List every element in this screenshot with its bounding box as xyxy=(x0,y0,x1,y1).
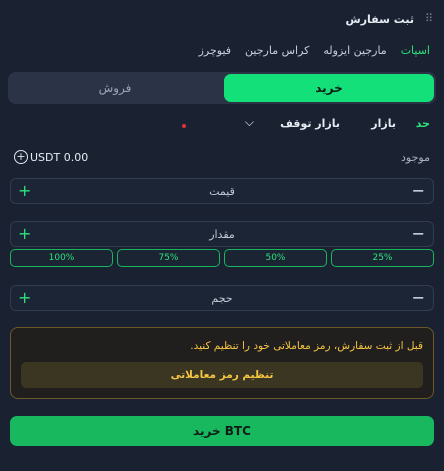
order-type-market[interactable]: بازار xyxy=(371,117,396,130)
plus-circle-icon[interactable]: + xyxy=(14,150,28,164)
balance-label: موجود xyxy=(401,151,430,164)
set-trading-password-button[interactable]: تنظیم رمز معاملاتی xyxy=(21,362,423,388)
minus-icon[interactable]: − xyxy=(412,181,425,201)
percent-100-button[interactable]: 100% xyxy=(10,249,113,267)
percent-buttons: 100% 75% 50% 25% xyxy=(10,249,434,267)
notice-text: قبل از ثبت سفارش، رمز معاملاتی خود را تن… xyxy=(190,340,423,352)
panel-title: ثبت سفارش xyxy=(345,13,414,26)
amount-field[interactable]: + مقدار − xyxy=(10,221,434,247)
tab-futures[interactable]: فیوچرز xyxy=(199,44,231,57)
margin-tabs: اسپات مارجین ایزوله کراس مارجین فیوچرز xyxy=(199,44,430,57)
total-label: حجم xyxy=(211,292,233,305)
tab-cross-margin[interactable]: کراس مارجین xyxy=(245,44,309,57)
buy-tab[interactable]: خرید xyxy=(224,74,434,102)
order-type-limit[interactable]: حد xyxy=(416,117,430,130)
buy-sell-toggle: فروش خرید xyxy=(8,72,436,104)
sell-tab[interactable]: فروش xyxy=(10,74,220,102)
minus-icon[interactable]: − xyxy=(412,288,425,308)
grip-icon[interactable]: ⠿ xyxy=(422,12,436,26)
trading-password-notice: قبل از ثبت سفارش، رمز معاملاتی خود را تن… xyxy=(10,327,434,399)
order-type-selector: حد بازار بازار توقف ⌵ xyxy=(10,115,430,133)
price-field[interactable]: + قیمت − xyxy=(10,178,434,204)
amount-label: مقدار xyxy=(209,228,235,241)
tab-spot[interactable]: اسپات xyxy=(401,44,430,57)
percent-75-button[interactable]: 75% xyxy=(117,249,220,267)
tab-isolated-margin[interactable]: مارجین ایزوله xyxy=(323,44,386,57)
balance-row: موجود + USDT 0.00 xyxy=(14,150,430,166)
balance-value: USDT 0.00 xyxy=(30,151,89,164)
minus-icon[interactable]: − xyxy=(412,224,425,244)
percent-25-button[interactable]: 25% xyxy=(331,249,434,267)
chevron-down-icon[interactable]: ⌵ xyxy=(245,115,254,130)
total-field[interactable]: + حجم − xyxy=(10,285,434,311)
percent-50-button[interactable]: 50% xyxy=(224,249,327,267)
indicator-dot xyxy=(182,124,186,128)
order-type-stop-market[interactable]: بازار توقف xyxy=(280,117,340,130)
buy-btc-button[interactable]: خرید BTC xyxy=(10,416,434,446)
price-label: قیمت xyxy=(209,185,235,198)
